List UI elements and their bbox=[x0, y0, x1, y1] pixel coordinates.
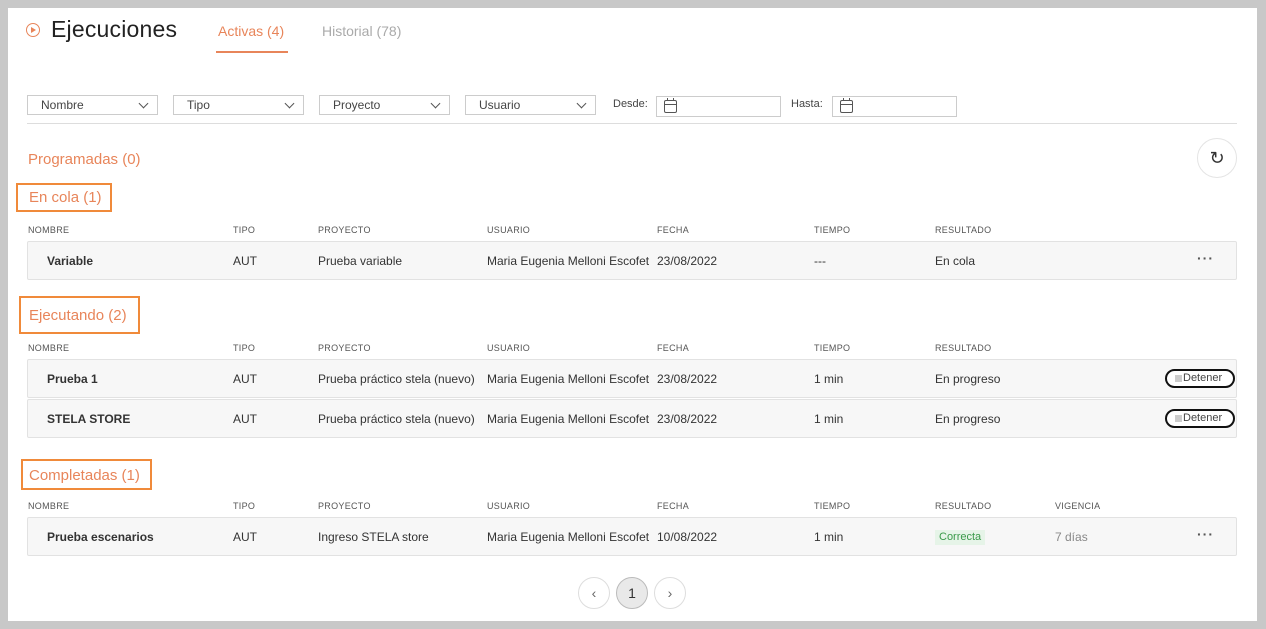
row-usuario: Maria Eugenia Melloni Escofet bbox=[487, 254, 650, 268]
row-proyecto: Prueba variable bbox=[318, 254, 403, 268]
row-fecha: 23/08/2022 bbox=[657, 412, 718, 426]
section-ejecutando-title[interactable]: Ejecutando (2) bbox=[19, 296, 140, 334]
col-vigencia: VIGENCIA bbox=[1055, 501, 1101, 511]
row-tiempo: --- bbox=[814, 254, 826, 268]
row-vigencia: 7 días bbox=[1055, 530, 1088, 544]
row-fecha: 23/08/2022 bbox=[657, 254, 718, 268]
filter-proyecto-select[interactable]: Proyecto bbox=[319, 95, 450, 115]
section-en-cola-title[interactable]: En cola (1) bbox=[16, 183, 112, 212]
executions-page: Ejecuciones Activas (4) Historial (78) N… bbox=[8, 8, 1257, 621]
play-circle-icon bbox=[26, 23, 40, 37]
row-fecha: 23/08/2022 bbox=[657, 372, 718, 386]
col-tipo: TIPO bbox=[233, 501, 256, 511]
more-options-icon[interactable]: ··· bbox=[1197, 527, 1214, 541]
col-proyecto: PROYECTO bbox=[318, 501, 371, 511]
col-proyecto: PROYECTO bbox=[318, 343, 371, 353]
prev-page-button[interactable]: ‹ bbox=[578, 577, 610, 609]
row-tipo: AUT bbox=[233, 254, 257, 268]
hasta-label: Hasta: bbox=[791, 98, 823, 110]
col-resultado: RESULTADO bbox=[935, 225, 992, 235]
section-completadas-title[interactable]: Completadas (1) bbox=[21, 459, 152, 490]
filter-tipo-select[interactable]: Tipo bbox=[173, 95, 304, 115]
table-row[interactable]: Variable AUT Prueba variable Maria Eugen… bbox=[27, 241, 1237, 280]
section-programadas-title[interactable]: Programadas (0) bbox=[28, 151, 141, 168]
divider bbox=[27, 123, 1237, 124]
chevron-left-icon: ‹ bbox=[591, 585, 597, 601]
col-fecha: FECHA bbox=[657, 343, 690, 353]
filter-nombre-select[interactable]: Nombre bbox=[27, 95, 158, 115]
filter-proyecto-label: Proyecto bbox=[333, 98, 381, 112]
row-proyecto: Ingreso STELA store bbox=[318, 530, 429, 544]
chevron-down-icon bbox=[430, 98, 441, 109]
more-options-icon[interactable]: ··· bbox=[1197, 251, 1214, 265]
active-tab-indicator bbox=[216, 51, 288, 53]
row-tiempo: 1 min bbox=[814, 372, 844, 386]
row-usuario: Maria Eugenia Melloni Escofet bbox=[487, 530, 650, 544]
col-tipo: TIPO bbox=[233, 343, 256, 353]
col-nombre: NOMBRE bbox=[28, 225, 70, 235]
row-tiempo: 1 min bbox=[814, 412, 844, 426]
filter-usuario-label: Usuario bbox=[479, 98, 521, 112]
hasta-date-input[interactable] bbox=[832, 96, 957, 117]
col-nombre: NOMBRE bbox=[28, 343, 70, 353]
row-tipo: AUT bbox=[233, 412, 257, 426]
col-usuario: USUARIO bbox=[487, 343, 531, 353]
stop-button[interactable]: Detener bbox=[1165, 369, 1235, 388]
col-tiempo: TIEMPO bbox=[814, 225, 851, 235]
row-usuario: Maria Eugenia Melloni Escofet bbox=[487, 412, 650, 426]
row-nombre: Variable bbox=[47, 254, 94, 268]
desde-date-input[interactable] bbox=[656, 96, 781, 117]
refresh-button[interactable]: ↻ bbox=[1197, 138, 1237, 178]
desde-label: Desde: bbox=[613, 98, 648, 110]
col-tiempo: TIEMPO bbox=[814, 501, 851, 511]
row-usuario: Maria Eugenia Melloni Escofet bbox=[487, 372, 650, 386]
col-nombre: NOMBRE bbox=[28, 501, 70, 511]
col-resultado: RESULTADO bbox=[935, 501, 992, 511]
col-tipo: TIPO bbox=[233, 225, 256, 235]
row-fecha: 10/08/2022 bbox=[657, 530, 718, 544]
col-resultado: RESULTADO bbox=[935, 343, 992, 353]
col-usuario: USUARIO bbox=[487, 225, 531, 235]
table-row[interactable]: Prueba 1 AUT Prueba práctico stela (nuev… bbox=[27, 359, 1237, 398]
table-row[interactable]: STELA STORE AUT Prueba práctico stela (n… bbox=[27, 399, 1237, 438]
next-page-button[interactable]: › bbox=[654, 577, 686, 609]
table-row[interactable]: Prueba escenarios AUT Ingreso STELA stor… bbox=[27, 517, 1237, 556]
col-proyecto: PROYECTO bbox=[318, 225, 371, 235]
filter-tipo-label: Tipo bbox=[187, 98, 210, 112]
col-fecha: FECHA bbox=[657, 225, 690, 235]
col-tiempo: TIEMPO bbox=[814, 343, 851, 353]
col-usuario: USUARIO bbox=[487, 501, 531, 511]
stop-button[interactable]: Detener bbox=[1165, 409, 1235, 428]
refresh-icon: ↻ bbox=[1209, 148, 1225, 168]
chevron-right-icon: › bbox=[667, 585, 673, 601]
page-button-current[interactable]: 1 bbox=[616, 577, 648, 609]
row-tipo: AUT bbox=[233, 372, 257, 386]
col-fecha: FECHA bbox=[657, 501, 690, 511]
filter-nombre-label: Nombre bbox=[41, 98, 84, 112]
tab-activas[interactable]: Activas (4) bbox=[218, 23, 284, 39]
row-resultado: En progreso bbox=[935, 372, 1001, 386]
row-nombre: STELA STORE bbox=[47, 412, 131, 426]
row-tiempo: 1 min bbox=[814, 530, 844, 544]
row-proyecto: Prueba práctico stela (nuevo) bbox=[318, 412, 475, 426]
row-nombre: Prueba escenarios bbox=[47, 530, 154, 544]
status-badge: Correcta bbox=[935, 530, 986, 545]
row-tipo: AUT bbox=[233, 530, 257, 544]
chevron-down-icon bbox=[284, 98, 295, 109]
row-proyecto: Prueba práctico stela (nuevo) bbox=[318, 372, 475, 386]
chevron-down-icon bbox=[576, 98, 587, 109]
chevron-down-icon bbox=[138, 98, 149, 109]
row-resultado: En cola bbox=[935, 254, 976, 268]
filter-usuario-select[interactable]: Usuario bbox=[465, 95, 596, 115]
calendar-icon bbox=[840, 98, 853, 113]
tab-historial[interactable]: Historial (78) bbox=[322, 23, 401, 39]
calendar-icon bbox=[664, 98, 677, 113]
row-nombre: Prueba 1 bbox=[47, 372, 98, 386]
row-resultado: En progreso bbox=[935, 412, 1001, 426]
page-title: Ejecuciones bbox=[51, 16, 178, 42]
